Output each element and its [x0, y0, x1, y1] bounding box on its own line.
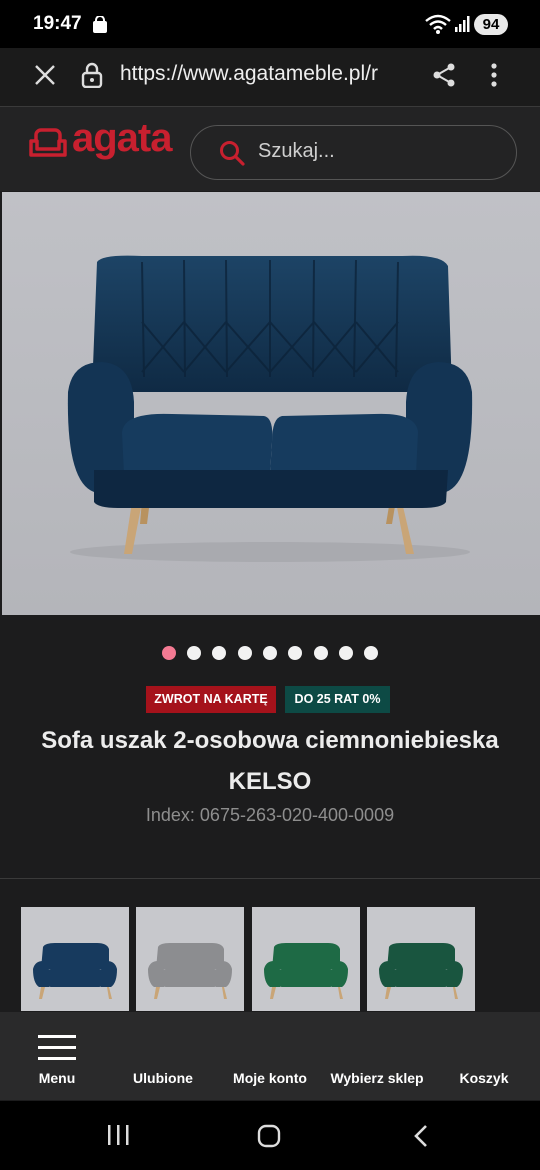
variant-thumb-navy[interactable] — [21, 907, 129, 1011]
nav-item-menu[interactable]: Menu — [0, 1012, 114, 1100]
nav-item-favorites[interactable]: Ulubione — [109, 1012, 217, 1100]
sofa-thumb-icon — [379, 943, 463, 999]
product-title-line-2: KELSO — [228, 768, 312, 795]
logo[interactable]: agata — [72, 116, 172, 161]
sofa-thumb-icon — [264, 943, 348, 999]
shopping-bag-icon — [93, 16, 107, 33]
variant-thumb-dark-green[interactable] — [367, 907, 475, 1011]
search-icon[interactable] — [219, 140, 245, 166]
recents-icon[interactable] — [106, 1125, 130, 1145]
url-field[interactable]: https://www.agatameble.pl/r — [120, 62, 412, 86]
system-navigation — [0, 1101, 540, 1170]
sofa-illustration — [2, 192, 540, 615]
nav-item-choose-store[interactable]: Wybierz sklep — [322, 1012, 432, 1100]
product-image[interactable] — [2, 192, 540, 615]
sofa-thumb-icon — [148, 943, 232, 999]
gallery-dot-4[interactable] — [238, 646, 252, 660]
nav-label-choose-store: Wybierz sklep — [330, 1070, 424, 1086]
variant-thumb-green[interactable] — [252, 907, 360, 1011]
search-input[interactable] — [258, 140, 498, 163]
product-title-line-1: Sofa uszak 2-osobowa ciemnoniebieska — [41, 727, 499, 754]
nav-label-cart: Koszyk — [459, 1070, 509, 1086]
sofa-thumb-icon — [33, 943, 117, 999]
home-icon[interactable] — [257, 1124, 281, 1148]
close-icon[interactable] — [33, 63, 57, 87]
browser-toolbar: https://www.agatameble.pl/r — [0, 48, 540, 107]
back-icon[interactable] — [412, 1124, 430, 1148]
wifi-icon — [425, 14, 451, 34]
installments-badge: DO 25 RAT 0% — [285, 686, 390, 713]
hamburger-icon — [38, 1035, 76, 1060]
gallery-dot-5[interactable] — [263, 646, 277, 660]
share-icon[interactable] — [432, 62, 456, 88]
refund-badge: ZWROT NA KARTĘ — [146, 686, 276, 713]
nav-label-menu: Menu — [38, 1070, 76, 1086]
battery-icon: 94 — [474, 14, 508, 35]
product-index: Index: 0675-263-020-400-0009 — [145, 805, 395, 825]
gallery-dot-2[interactable] — [187, 646, 201, 660]
clock: 19:47 — [33, 13, 82, 34]
gallery-dot-8[interactable] — [339, 646, 353, 660]
gallery-dot-9[interactable] — [364, 646, 378, 660]
divider — [0, 878, 540, 879]
gallery-dot-3[interactable] — [212, 646, 226, 660]
nav-item-cart[interactable]: Koszyk — [430, 1012, 540, 1100]
gallery-dot-1[interactable] — [162, 646, 176, 660]
nav-label-account: Moje konto — [233, 1070, 307, 1086]
variant-thumb-grey[interactable] — [136, 907, 244, 1011]
nav-label-favorites: Ulubione — [133, 1070, 193, 1086]
nav-item-account[interactable]: Moje konto — [216, 1012, 324, 1100]
status-bar: 19:47 94 — [0, 0, 540, 48]
logo-sofa-icon[interactable] — [28, 127, 68, 161]
lock-icon[interactable] — [81, 62, 103, 88]
gallery-dot-6[interactable] — [288, 646, 302, 660]
more-vert-icon[interactable] — [490, 62, 498, 88]
signal-icon — [455, 16, 470, 32]
bottom-navigation: Menu Ulubione Moje konto Wybierz sklep K… — [0, 1012, 540, 1100]
gallery-dot-7[interactable] — [314, 646, 328, 660]
site-header: agata — [0, 107, 540, 191]
